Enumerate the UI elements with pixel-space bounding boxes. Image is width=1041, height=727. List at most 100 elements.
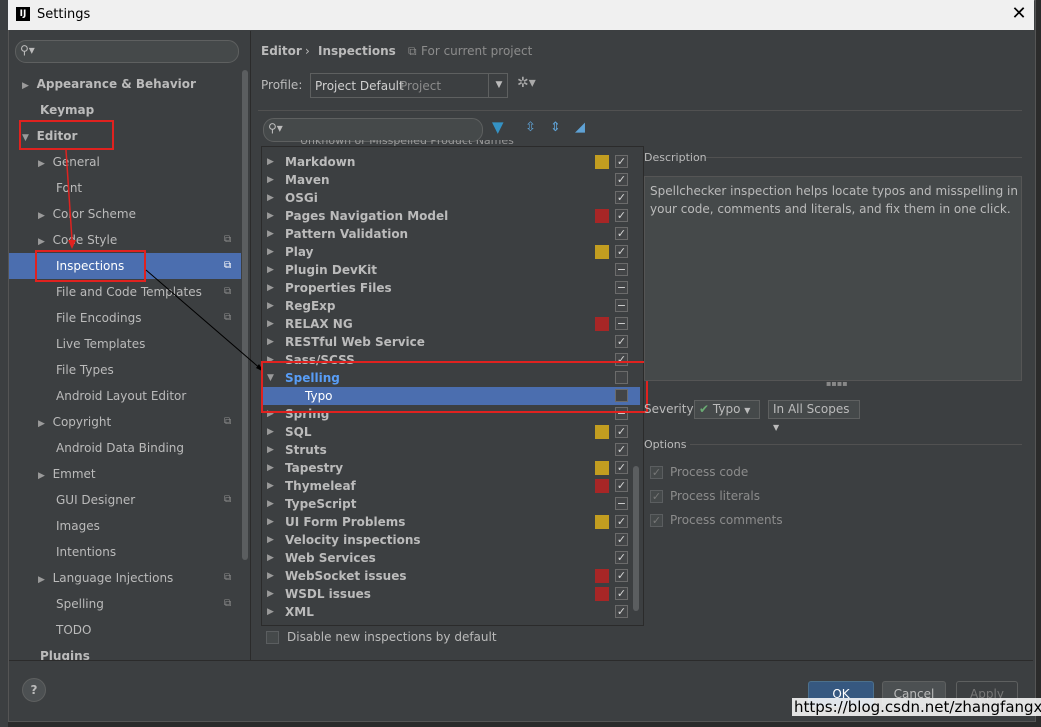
- inspection-row[interactable]: ▶ Properties Files −: [262, 279, 640, 297]
- chevron-down-icon[interactable]: ▼: [488, 74, 509, 97]
- inspection-name: Properties Files: [285, 281, 392, 295]
- filter-icon[interactable]: ▼: [492, 118, 504, 136]
- inspection-enabled-checkbox[interactable]: −: [615, 317, 628, 330]
- inspection-row[interactable]: ▶ WebSocket issues ✓: [262, 567, 640, 585]
- inspection-enabled-checkbox[interactable]: ✓: [615, 173, 628, 186]
- inspection-row[interactable]: ▶ Plugin DevKit −: [262, 261, 640, 279]
- severity-color-swatch: [595, 209, 609, 223]
- inspection-row[interactable]: ▶ Tapestry ✓: [262, 459, 640, 477]
- inspection-row[interactable]: ▶ Markdown ✓: [262, 153, 640, 171]
- chevron-right-icon[interactable]: ▶: [267, 243, 274, 261]
- chevron-right-icon[interactable]: ▶: [267, 459, 274, 477]
- chevron-right-icon[interactable]: ▶: [267, 261, 274, 279]
- inspection-row[interactable]: ▶ UI Form Problems ✓: [262, 513, 640, 531]
- inspection-name: Play: [285, 245, 314, 259]
- chevron-right-icon[interactable]: ▶: [267, 567, 274, 585]
- inspection-row[interactable]: ▶ Maven ✓: [262, 171, 640, 189]
- chevron-right-icon[interactable]: ▶: [267, 153, 274, 171]
- inspection-enabled-checkbox[interactable]: −: [615, 497, 628, 510]
- inspection-row[interactable]: ▶ OSGi ✓: [262, 189, 640, 207]
- chevron-right-icon[interactable]: ▶: [267, 603, 274, 621]
- inspection-row[interactable]: ▶ Pages Navigation Model ✓: [262, 207, 640, 225]
- inspection-enabled-checkbox[interactable]: ✓: [615, 605, 628, 618]
- inspection-enabled-checkbox[interactable]: ✓: [615, 587, 628, 600]
- severity-color-swatch: [595, 479, 609, 493]
- inspection-enabled-checkbox[interactable]: −: [615, 281, 628, 294]
- chevron-right-icon[interactable]: ▶: [267, 513, 274, 531]
- chevron-right-icon[interactable]: ▶: [267, 423, 274, 441]
- inspection-enabled-checkbox[interactable]: ✓: [615, 479, 628, 492]
- inspection-enabled-checkbox[interactable]: ✓: [615, 155, 628, 168]
- inspection-name: Thymeleaf: [285, 479, 356, 493]
- project-scope-icon: ⧉: [408, 44, 417, 58]
- process-literals-checkbox[interactable]: ✓: [650, 490, 663, 503]
- profile-value: Project Default: [315, 79, 404, 93]
- inspection-enabled-checkbox[interactable]: −: [615, 299, 628, 312]
- inspection-row[interactable]: ▶ SQL ✓: [262, 423, 640, 441]
- inspection-name: Struts: [285, 443, 327, 457]
- inspection-name: XML: [285, 605, 314, 619]
- disable-new-checkbox[interactable]: [266, 631, 279, 644]
- inspection-enabled-checkbox[interactable]: ✓: [615, 569, 628, 582]
- chevron-right-icon[interactable]: ▶: [267, 531, 274, 549]
- splitter-grip[interactable]: ▪▪▪▪: [826, 379, 848, 388]
- chevron-right-icon[interactable]: ▶: [267, 297, 274, 315]
- inspection-enabled-checkbox[interactable]: −: [615, 263, 628, 276]
- inspection-enabled-checkbox[interactable]: ✓: [615, 461, 628, 474]
- inspections-scrollbar[interactable]: [633, 466, 639, 611]
- inspection-enabled-checkbox[interactable]: ✓: [615, 227, 628, 240]
- inspection-row[interactable]: ▶ WSDL issues ✓: [262, 585, 640, 603]
- severity-color-swatch: [595, 461, 609, 475]
- inspection-row[interactable]: ▶ RESTful Web Service ✓: [262, 333, 640, 351]
- chevron-right-icon[interactable]: ▶: [267, 189, 274, 207]
- gear-icon[interactable]: ✲▾: [517, 75, 536, 91]
- expand-all-icon[interactable]: ⇳: [525, 120, 536, 135]
- process-comments-checkbox[interactable]: ✓: [650, 514, 663, 527]
- process-code-checkbox[interactable]: ✓: [650, 466, 663, 479]
- inspection-row[interactable]: ▶ Struts ✓: [262, 441, 640, 459]
- reset-eraser-icon[interactable]: ◢: [575, 120, 585, 135]
- breadcrumb-editor[interactable]: Editor: [261, 44, 302, 58]
- inspection-row[interactable]: ▶ Web Services ✓: [262, 549, 640, 567]
- chevron-right-icon[interactable]: ▶: [267, 585, 274, 603]
- inspection-enabled-checkbox[interactable]: ✓: [615, 551, 628, 564]
- inspection-row[interactable]: ▶ Thymeleaf ✓: [262, 477, 640, 495]
- chevron-down-icon: ▼: [744, 406, 751, 415]
- scope-value: In All Scopes: [773, 402, 850, 416]
- chevron-right-icon[interactable]: ▶: [267, 207, 274, 225]
- inspection-enabled-checkbox[interactable]: ✓: [615, 515, 628, 528]
- inspection-row[interactable]: ▶ XML ✓: [262, 603, 640, 621]
- chevron-right-icon[interactable]: ▶: [267, 441, 274, 459]
- search-icon: ⚲▾: [268, 121, 283, 135]
- severity-color-swatch: [595, 317, 609, 331]
- chevron-right-icon[interactable]: ▶: [267, 477, 274, 495]
- inspection-name: Maven: [285, 173, 330, 187]
- chevron-right-icon[interactable]: ▶: [267, 549, 274, 567]
- inspection-enabled-checkbox[interactable]: ✓: [615, 245, 628, 258]
- severity-select[interactable]: ✔ Typo ▼: [694, 400, 760, 419]
- inspection-row[interactable]: ▶ Pattern Validation ✓: [262, 225, 640, 243]
- inspection-enabled-checkbox[interactable]: ✓: [615, 533, 628, 546]
- inspection-enabled-checkbox[interactable]: ✓: [615, 335, 628, 348]
- scope-select[interactable]: In All Scopes ▼: [768, 400, 860, 432]
- help-button[interactable]: ?: [22, 678, 46, 702]
- inspection-row[interactable]: ▶ TypeScript −: [262, 495, 640, 513]
- chevron-right-icon[interactable]: ▶: [267, 225, 274, 243]
- chevron-right-icon[interactable]: ▶: [267, 495, 274, 513]
- collapse-all-icon[interactable]: ⇕: [550, 120, 561, 135]
- inspection-enabled-checkbox[interactable]: ✓: [615, 425, 628, 438]
- inspection-enabled-checkbox[interactable]: ✓: [615, 443, 628, 456]
- chevron-right-icon[interactable]: ▶: [267, 171, 274, 189]
- inspection-row[interactable]: ▶ RegExp −: [262, 297, 640, 315]
- inspection-row[interactable]: ▶ RELAX NG −: [262, 315, 640, 333]
- chevron-right-icon[interactable]: ▶: [267, 279, 274, 297]
- inspection-row[interactable]: ▶ Play ✓: [262, 243, 640, 261]
- inspection-search-input[interactable]: [263, 118, 483, 142]
- inspection-row[interactable]: ▶ Velocity inspections ✓: [262, 531, 640, 549]
- inspection-enabled-checkbox[interactable]: ✓: [615, 191, 628, 204]
- inspection-enabled-checkbox[interactable]: ✓: [615, 209, 628, 222]
- severity-color-swatch: [595, 245, 609, 259]
- severity-color-swatch: [595, 587, 609, 601]
- chevron-right-icon[interactable]: ▶: [267, 315, 274, 333]
- chevron-right-icon[interactable]: ▶: [267, 333, 274, 351]
